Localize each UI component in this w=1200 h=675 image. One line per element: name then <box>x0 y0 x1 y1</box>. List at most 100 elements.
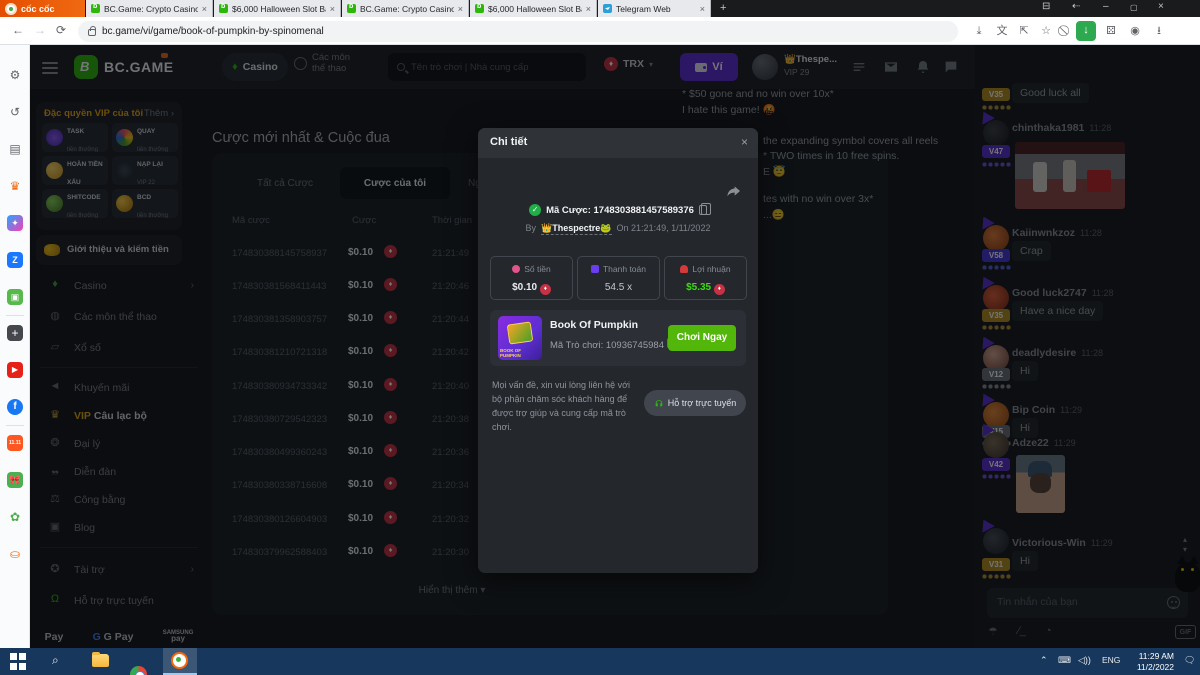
screen: cốc cốc BC.Game: Crypto Casino Gan × $6,… <box>0 0 1200 675</box>
headphones-icon <box>654 398 664 408</box>
live-support-button[interactable]: Hỗ trợ trực tuyến <box>644 390 746 416</box>
tab-close-icon[interactable]: × <box>586 4 591 14</box>
taskbar-clock[interactable]: 11:29 AM 11/2/2022 <box>1122 651 1174 672</box>
game-thumbnail[interactable]: BOOK OF PUMPKIN <box>498 316 542 360</box>
bet-id-row: ✓ Mã Cược: 1748303881457589376 <box>478 204 758 216</box>
bet-datetime: 21:21:49, 1/11/2022 <box>631 223 710 233</box>
window-close-button[interactable]: × <box>1158 1 1164 12</box>
sale-11-11-icon[interactable]: 11.11 <box>7 435 23 451</box>
downloads-tray-icon[interactable]: ⭳ <box>1152 24 1166 38</box>
trx-coin-icon: ♦ <box>540 284 551 295</box>
zalo-icon[interactable]: Z <box>7 252 23 268</box>
money-bag-icon <box>512 265 520 273</box>
chrome-icon[interactable] <box>130 666 147 675</box>
divider <box>6 425 24 426</box>
share-forward-icon[interactable] <box>726 183 742 199</box>
clock-date: 11/2/2022 <box>1122 662 1174 673</box>
bet-author-link[interactable]: 👑Thespectre🐸 <box>541 223 611 235</box>
credit-card-icon <box>591 265 599 273</box>
tray-expand-icon[interactable]: ⌃ <box>1040 655 1048 666</box>
modal-header: Chi tiết × <box>478 128 758 158</box>
tab-label: BC.Game: Crypto Casino Gan <box>360 4 454 14</box>
network-icon[interactable]: ⌨ <box>1058 655 1071 666</box>
lock-icon <box>88 29 96 36</box>
copy-icon[interactable] <box>699 205 707 215</box>
coccoc-sidebar: ⚙ ↺ ▤ ♛ ✦ Z ▣ + ▶ f 11.11 🎀 ✿ ⛀ <box>0 45 30 648</box>
divider <box>6 315 24 316</box>
tab-label: BC.Game: Crypto Casino Gan <box>104 4 198 14</box>
tab-close-icon[interactable]: × <box>458 4 463 14</box>
download-active-icon[interactable]: ↓ <box>1076 21 1096 41</box>
verified-check-icon[interactable]: ✓ <box>529 204 541 216</box>
shopee-leaf-icon[interactable]: ✿ <box>7 509 23 525</box>
tab-close-icon[interactable]: × <box>202 4 207 14</box>
game-id: Mã Trò chơi: 10936745984 <box>550 338 675 351</box>
windows-taskbar: ⌕ ⌃ ⌨ ◁)) ENG 11:29 AM 11/2/2022 🗨 <box>0 648 1200 675</box>
telegram-favicon <box>603 4 612 13</box>
notification-center-icon[interactable]: 🗨 <box>1184 655 1195 666</box>
new-tab-button[interactable]: + <box>720 2 726 14</box>
back-icon[interactable]: ← <box>12 23 24 37</box>
settings-gear-icon[interactable]: ⚙ <box>7 67 23 83</box>
volume-icon[interactable]: ◁)) <box>1078 655 1091 666</box>
youtube-icon[interactable]: ▶ <box>7 362 23 378</box>
browser-tab-2[interactable]: $6,000 Halloween Slot Battle × <box>214 0 341 17</box>
browser-tab-4[interactable]: $6,000 Halloween Slot Battle × <box>470 0 597 17</box>
facebook-icon[interactable]: f <box>7 399 23 415</box>
tab-close-icon[interactable]: × <box>700 4 705 14</box>
bet-author-row: By 👑Thespectre🐸 On 21:21:49, 1/11/2022 <box>478 223 758 234</box>
bcgame-favicon <box>347 4 356 13</box>
translate-icon[interactable]: 文 <box>995 24 1009 38</box>
window-minimize-button[interactable]: – <box>1103 1 1109 12</box>
tab-label: $6,000 Halloween Slot Battle <box>488 4 582 14</box>
profit-person-icon <box>680 265 688 273</box>
window-maximize-button[interactable]: ▢ <box>1130 3 1138 12</box>
forward-icon[interactable]: → <box>34 23 46 37</box>
restore-tabs-icon[interactable]: ⇠ <box>1072 1 1080 12</box>
crown-vip-icon[interactable]: ♛ <box>7 178 23 194</box>
cart-icon[interactable]: ⛀ <box>7 546 23 562</box>
games-gamepad-icon[interactable]: ▣ <box>7 289 23 305</box>
browser-tab-5[interactable]: Telegram Web × <box>598 0 711 17</box>
coccoc-taskbar-active[interactable] <box>163 648 197 675</box>
gift-icon[interactable]: 🎀 <box>7 472 23 488</box>
history-icon[interactable]: ↺ <box>7 104 23 120</box>
game-name: Book Of Pumpkin <box>550 319 638 331</box>
clock-time: 11:29 AM <box>1122 651 1174 662</box>
coccoc-brand-label: cốc cốc <box>21 4 55 14</box>
stat-payout: Thanh toán 54.5 x <box>577 256 660 300</box>
share-icon[interactable]: ⇱ <box>1017 24 1031 38</box>
pumpkin-book-art <box>507 321 534 344</box>
reading-list-icon[interactable]: ▤ <box>7 141 23 157</box>
bcgame-favicon <box>219 4 228 13</box>
address-field[interactable]: bc.game/vi/game/book-of-pumpkin-by-spino… <box>78 21 958 42</box>
support-note: Mọi vấn đề, xin vui lòng liên hệ với bộ … <box>492 378 640 434</box>
profile-avatar-icon[interactable]: ◉ <box>1128 24 1142 38</box>
stat-profit: Lợi nhuận $5.35 ♦ <box>664 256 747 300</box>
save-page-icon[interactable]: ⤓ <box>972 24 986 38</box>
play-now-button[interactable]: Chơi Ngay <box>668 325 736 351</box>
modal-title: Chi tiết <box>490 136 527 148</box>
language-indicator[interactable]: ENG <box>1102 655 1120 665</box>
browser-tab-3[interactable]: BC.Game: Crypto Casino Gan × <box>342 0 469 17</box>
browser-tab-strip: cốc cốc BC.Game: Crypto Casino Gan × $6,… <box>0 0 1200 17</box>
file-explorer-icon[interactable] <box>92 654 109 667</box>
bet-details-modal: Chi tiết × ✓ Mã Cược: 174830388145758937… <box>478 128 758 573</box>
coccoc-brand: cốc cốc <box>0 0 85 17</box>
add-shortcut-icon[interactable]: + <box>7 325 23 341</box>
browser-tab-1[interactable]: BC.Game: Crypto Casino Gan × <box>86 0 213 17</box>
page-url: bc.game/vi/game/book-of-pumpkin-by-spino… <box>102 26 324 37</box>
bookmark-star-icon[interactable]: ☆ <box>1039 24 1053 38</box>
reload-icon[interactable]: ⟳ <box>56 23 66 37</box>
bcgame-favicon <box>91 4 100 13</box>
stat-amount: Số tiền $0.10 ♦ <box>490 256 573 300</box>
messenger-icon[interactable]: ✦ <box>7 215 23 231</box>
taskbar-search-icon[interactable]: ⌕ <box>52 653 69 670</box>
adblock-shield-icon[interactable]: ⃠ <box>1059 24 1073 38</box>
tab-close-icon[interactable]: × <box>330 4 335 14</box>
extensions-puzzle-icon[interactable]: ⚄ <box>1104 24 1118 38</box>
coccoc-logo-icon <box>5 3 17 15</box>
start-button[interactable] <box>10 653 27 670</box>
side-panel-icon[interactable]: ⊟ <box>1042 1 1050 12</box>
modal-close-icon[interactable]: × <box>741 135 748 149</box>
